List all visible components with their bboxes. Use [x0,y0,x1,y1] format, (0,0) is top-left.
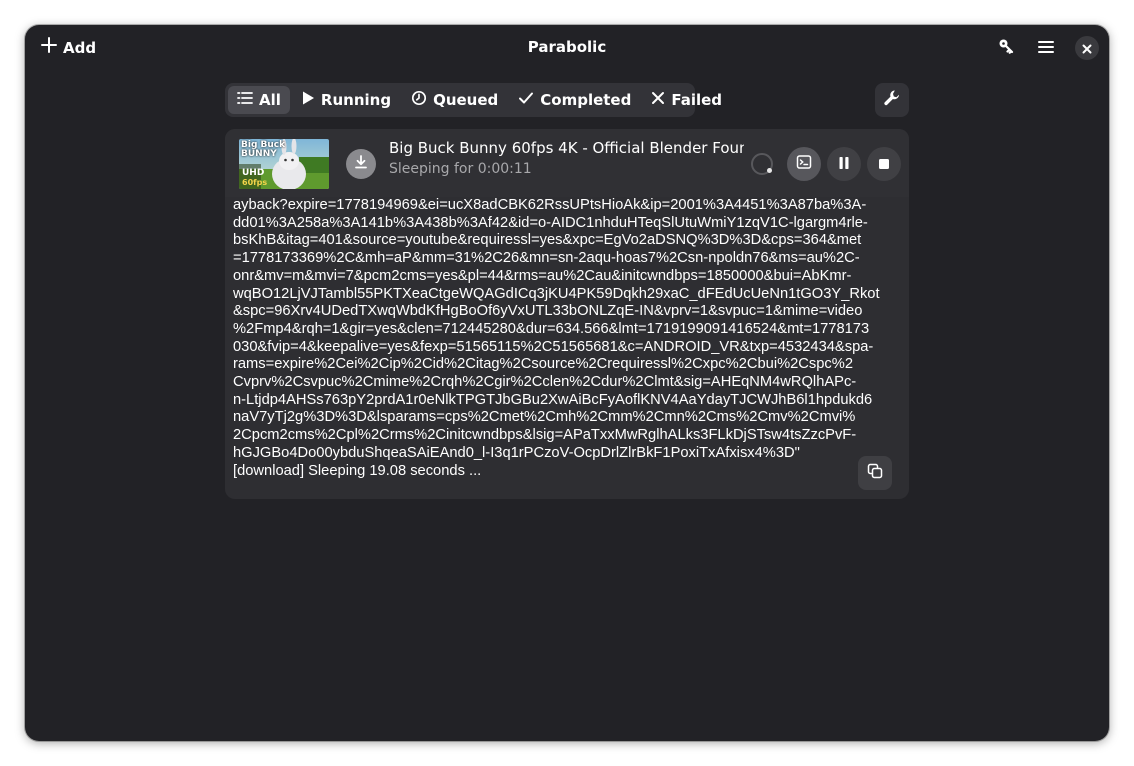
checkmark-icon [518,91,534,109]
main-menu-button[interactable] [1031,33,1061,63]
log-line: rams=expire%2Cei%2Cip%2Cid%2Citag%2Csour… [233,356,854,373]
close-icon [1082,39,1092,58]
x-icon [651,91,665,109]
wrench-icon [883,89,901,111]
thumbnail-badge-fps: 60fps [242,178,268,187]
window-title: Parabolic [527,38,607,56]
tab-running-label: Running [320,91,392,109]
download-log: ayback?expire=1778194969&ei=ucX8adCBK62R… [233,197,901,480]
spinner-icon [751,153,773,175]
copy-log-button[interactable] [858,456,892,490]
download-icon [353,154,369,174]
log-line: 2Cpcm2cms%2Cpl%2Crms%2Cinitcwndbps&lsig=… [233,427,857,444]
tab-running[interactable]: Running [292,86,400,114]
log-line: wqBO12LjVJTambl55PKTXeaCtgeWQAGdICq3jKU4… [233,285,880,302]
pause-button[interactable] [827,147,861,181]
tab-queued[interactable]: Queued [402,86,507,114]
download-row: Big Buck BUNNY UHD 60fps Big Buck Bunny … [225,129,909,499]
log-line: &spc=96Xrv4UDedTXwqWbdKfHgBoOf6yVxUTL33b… [233,303,863,320]
tab-completed-label: Completed [540,91,632,109]
log-line: hGJGBo4Do00ybduShqeaSAiEAnd0_l-I3q1rPCzo… [233,444,800,461]
log-line: bsKhB&itag=401&source=youtube&requiressl… [233,232,862,249]
tab-queued-label: Queued [433,91,499,109]
tab-failed-label: Failed [671,91,723,109]
log-line: n-Ltjdp4AHSs763pY2prdA1r0eNlkTPGTJbGBu2X… [233,391,873,408]
list-icon [237,91,253,109]
tab-all-label: All [259,91,281,109]
log-line: ayback?expire=1778194969&ei=ucX8adCBK62R… [233,197,867,213]
log-line: dd01%3A258a%3A141b%3A438b%3Af42&id=o-AID… [233,214,868,231]
play-icon [301,90,315,110]
tab-all[interactable]: All [228,86,290,114]
log-line: %2Fmp4&rqh=1&gir=yes&clen=712445280&dur=… [233,320,870,337]
log-line: 030&fvip=4&keepalive=yes&fexp=51565115%2… [233,338,874,355]
app-window: Add Parabolic All Running Queued Complet… [25,25,1109,741]
video-thumbnail: Big Buck BUNNY UHD 60fps [239,139,329,189]
log-line: Cvprv%2Csvpuc%2Cmime%2Crqh%2Cgir%2Cclen%… [233,374,857,391]
close-button[interactable] [1075,36,1099,60]
download-status: Sleeping for 0:00:11 [389,161,532,177]
stop-button[interactable] [867,147,901,181]
pause-icon [837,155,851,174]
keyring-button[interactable] [991,33,1021,63]
download-status-icon [346,149,376,179]
log-line: [download] Sleeping 19.08 seconds ... [233,462,482,479]
preferences-button[interactable] [875,83,909,117]
key-icon [998,38,1014,58]
thumbnail-title-line2: BUNNY [241,149,277,159]
log-line: onr&mv=m&mvi=7&pcm2cms=yes&pl=44&rms=au%… [233,267,852,284]
stop-icon [878,155,890,174]
tab-failed[interactable]: Failed [642,86,731,114]
log-line: naV7yTj2g%3D%3D&lsparams=cps%2Cmet%2Cmh%… [233,409,856,426]
download-title: Big Buck Bunny 60fps 4K - Official Blend… [389,139,744,157]
copy-icon [867,463,883,483]
hamburger-menu-icon [1038,39,1054,58]
thumbnail-badge-uhd: UHD [242,168,265,178]
terminal-icon [796,154,812,174]
clock-icon [411,90,427,110]
tab-completed[interactable]: Completed [509,86,640,114]
show-log-button[interactable] [787,147,821,181]
filter-bar: All Running Queued Completed Failed [225,83,722,117]
log-line: =1778173369%2C&mh=aP&mm=31%2C26&mn=sn-2a… [233,250,860,267]
header-bar: Add Parabolic [25,25,1109,71]
